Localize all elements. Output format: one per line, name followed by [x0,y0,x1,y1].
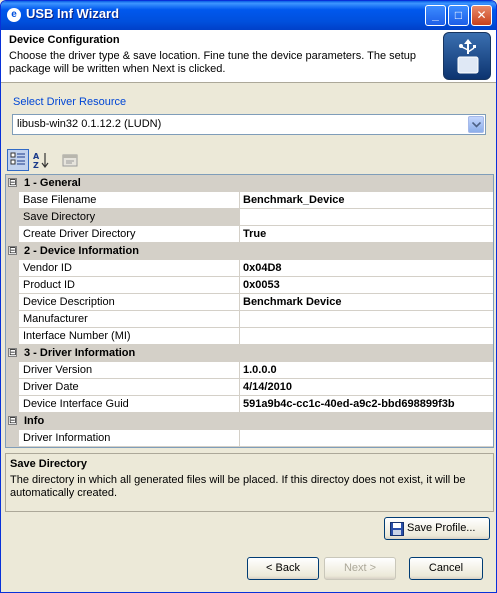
property-row[interactable]: Device Interface Guid 591a9b4c-cc1c-40ed… [6,396,493,413]
category-info[interactable]: ⊟ Info [6,413,493,430]
wizard-window: e USB Inf Wizard _ □ ✕ Device Configurat… [0,0,497,593]
collapse-icon[interactable]: ⊟ [8,246,17,255]
category-label: 1 - General [24,177,81,189]
property-name: Driver Version [19,362,240,379]
categorized-icon [10,152,25,165]
driver-resource-value: libusb-win32 0.1.12.2 (LUDN) [17,118,162,130]
driver-resource-label: Select Driver Resource [13,96,127,108]
chevron-down-icon [472,122,481,128]
property-name: Interface Number (MI) [19,328,240,345]
property-row[interactable]: Device Description Benchmark Device [6,294,493,311]
property-toolbar: A Z [7,149,487,171]
category-general[interactable]: ⊟ 1 - General [6,175,493,192]
help-panel: Save Directory The directory in which al… [5,453,494,512]
property-name: Device Interface Guid [19,396,240,413]
cancel-label: Cancel [428,562,464,574]
back-label: < Back [266,562,300,574]
svg-text:A: A [33,152,40,161]
property-name: Device Description [19,294,240,311]
save-disk-icon [390,522,404,536]
category-label: 2 - Device Information [24,245,139,257]
property-name: Driver Information [19,430,240,447]
property-row[interactable]: Driver Information [6,430,493,447]
property-row[interactable]: Interface Number (MI) [6,328,493,345]
property-value[interactable]: 0x0053 [241,277,280,293]
dropdown-button[interactable] [468,116,484,133]
title-bar[interactable]: e USB Inf Wizard _ □ ✕ [1,1,496,30]
app-icon: e [7,8,21,22]
property-row[interactable]: Vendor ID 0x04D8 [6,260,493,277]
page-title: Device Configuration [9,34,120,46]
close-button[interactable]: ✕ [471,5,492,26]
next-button[interactable]: Next > [324,557,396,580]
property-value[interactable]: Benchmark Device [241,294,341,310]
maximize-icon: □ [454,8,463,22]
property-row[interactable]: Driver Date 4/14/2010 [6,379,493,396]
property-name: Vendor ID [19,260,240,277]
collapse-icon[interactable]: ⊟ [8,348,17,357]
category-label: Info [24,415,45,427]
property-row-selected[interactable]: Save Directory [6,209,493,226]
property-row[interactable]: Product ID 0x0053 [6,277,493,294]
property-grid[interactable]: ⊟ 1 - General Base Filename Benchmark_De… [5,174,494,448]
property-row[interactable]: Create Driver Directory True [6,226,493,243]
property-value[interactable]: 0x04D8 [241,260,282,276]
category-label: 3 - Driver Information [24,347,136,359]
category-driver-information[interactable]: ⊟ 3 - Driver Information [6,345,493,362]
svg-text:Z: Z [33,161,39,170]
next-label: Next > [343,562,377,574]
property-pages-icon [62,154,78,167]
window-title: USB Inf Wizard [26,6,120,21]
cancel-button[interactable]: Cancel [409,557,483,580]
save-profile-label: Save Profile... [407,522,476,534]
wizard-header: Device Configuration Choose the driver t… [1,30,496,83]
property-value[interactable]: Benchmark_Device [241,192,345,208]
property-row[interactable]: Driver Version 1.0.0.0 [6,362,493,379]
usb-icon [443,32,491,80]
property-row[interactable]: Base Filename Benchmark_Device [6,192,493,209]
help-title: Save Directory [10,458,88,470]
save-profile-button[interactable]: Save Profile... [384,517,490,540]
page-description: Choose the driver type & save location. … [9,50,417,75]
property-name: Product ID [19,277,240,294]
property-name: Manufacturer [19,311,240,328]
property-name: Save Directory [19,209,240,226]
category-device-information[interactable]: ⊟ 2 - Device Information [6,243,493,260]
collapse-icon[interactable]: ⊟ [8,178,17,187]
collapse-icon[interactable]: ⊟ [8,416,17,425]
alphabetical-button[interactable]: A Z [30,149,52,171]
property-row[interactable]: Manufacturer [6,311,493,328]
help-text: The directory in which all generated fil… [10,474,466,499]
close-icon: ✕ [476,8,487,22]
minimize-icon: _ [432,8,439,22]
sort-alphabetical-icon: A Z [33,152,49,170]
property-value[interactable]: 591a9b4c-cc1c-40ed-a9c2-bbd698899f3b [241,396,455,412]
back-button[interactable]: < Back [247,557,319,580]
property-pages-button[interactable] [59,149,81,171]
property-name: Create Driver Directory [19,226,240,243]
categorized-button[interactable] [7,149,29,171]
property-value[interactable]: 4/14/2010 [241,379,292,395]
property-name: Base Filename [19,192,240,209]
property-value[interactable]: 1.0.0.0 [241,362,277,378]
driver-resource-dropdown[interactable]: libusb-win32 0.1.12.2 (LUDN) [12,114,486,135]
maximize-button[interactable]: □ [448,5,469,26]
property-value[interactable]: True [241,226,266,242]
property-name: Driver Date [19,379,240,396]
minimize-button[interactable]: _ [425,5,446,26]
